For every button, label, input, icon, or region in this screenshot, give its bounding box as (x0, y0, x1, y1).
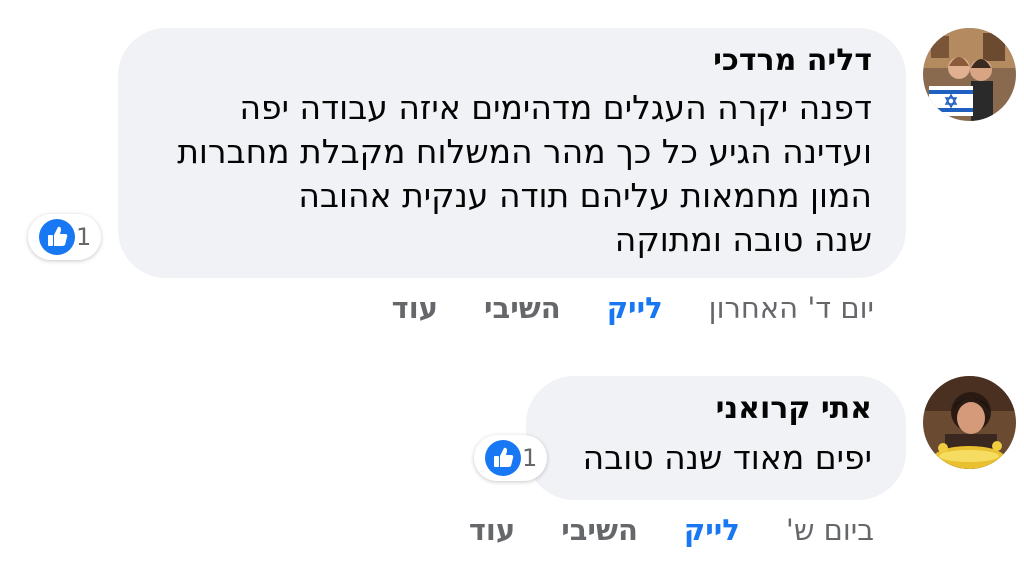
like-button[interactable]: לייק (684, 513, 740, 547)
comment-line: ועדינה הגיע כל כך מהר המשלוח מקבלת מחברו… (177, 132, 872, 171)
reaction-badge[interactable]: 1 (474, 435, 548, 481)
more-button[interactable]: עוד (469, 513, 515, 547)
comment-bubble: דליה מרדכי דפנה יקרה העגלים מדהימים איזה… (118, 28, 906, 278)
comment-text: דפנה יקרה העגלים מדהימים איזה עבודה יפה … (158, 86, 872, 262)
avatar[interactable] (923, 376, 1016, 469)
comment-line: המון מחמאות עליהם תודה ענקית אהובה (298, 176, 872, 215)
reaction-count: 1 (522, 444, 538, 472)
comment-author[interactable]: דליה מרדכי (158, 46, 872, 76)
comment-actions: ביום ש' לייק השיבי עוד (469, 510, 874, 550)
reaction-count: 1 (76, 223, 92, 251)
more-button[interactable]: עוד (392, 291, 438, 325)
reaction-badge[interactable]: 1 (28, 214, 102, 260)
comment-text: יפים מאוד שנה טובה (546, 438, 872, 478)
comment-actions: יום ד' האחרון לייק השיבי עוד (392, 288, 874, 328)
comment-author[interactable]: אתי קרואני (546, 394, 872, 424)
comment-bubble: אתי קרואני יפים מאוד שנה טובה (526, 376, 906, 500)
thumbs-up-icon (39, 219, 75, 255)
comment-line: דפנה יקרה העגלים מדהימים איזה עבודה יפה (239, 88, 873, 127)
comment-timestamp[interactable]: יום ד' האחרון (709, 291, 874, 325)
comment-timestamp[interactable]: ביום ש' (786, 513, 874, 547)
comment-line: שנה טובה ומתוקה (614, 220, 872, 259)
avatar[interactable] (923, 28, 1016, 121)
reply-button[interactable]: השיבי (561, 513, 638, 547)
like-button[interactable]: לייק (607, 291, 663, 325)
thumbs-up-icon (485, 440, 521, 476)
reply-button[interactable]: השיבי (484, 291, 561, 325)
comment-line: יפים מאוד שנה טובה (582, 438, 872, 477)
